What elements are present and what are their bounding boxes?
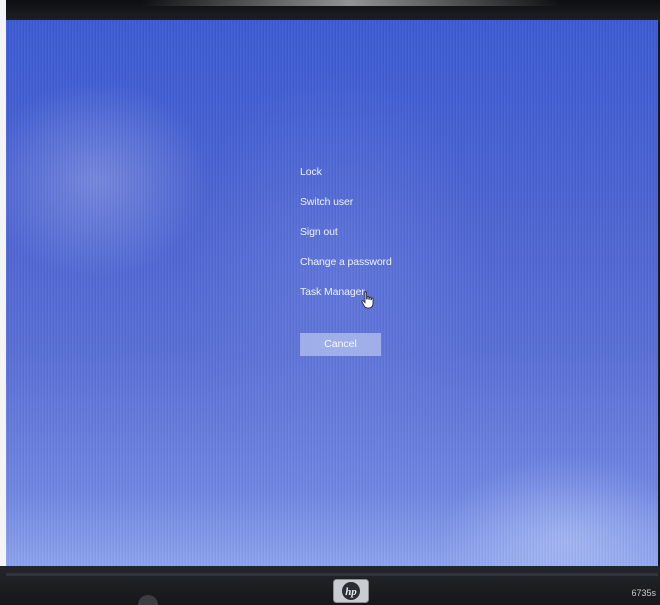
menu-item-sign-out[interactable]: Sign out xyxy=(300,224,500,254)
svg-text:hp: hp xyxy=(345,586,357,598)
hand-pointer-icon xyxy=(361,291,374,309)
menu-item-lock[interactable]: Lock xyxy=(300,164,500,194)
security-options-menu: Lock Switch user Sign out Change a passw… xyxy=(300,164,500,314)
bezel-glare xyxy=(140,0,560,6)
photo-frame: Lock Switch user Sign out Change a passw… xyxy=(0,0,660,605)
menu-item-change-password[interactable]: Change a password xyxy=(300,254,500,284)
hp-logo-icon: hp xyxy=(333,579,369,603)
menu-item-switch-user[interactable]: Switch user xyxy=(300,194,500,224)
bottom-bezel xyxy=(0,566,660,605)
model-label: 6735s xyxy=(631,588,656,598)
menu-item-task-manager[interactable]: Task Manager xyxy=(300,284,500,314)
cancel-button[interactable]: Cancel xyxy=(300,333,381,356)
bezel-strip xyxy=(6,573,658,576)
